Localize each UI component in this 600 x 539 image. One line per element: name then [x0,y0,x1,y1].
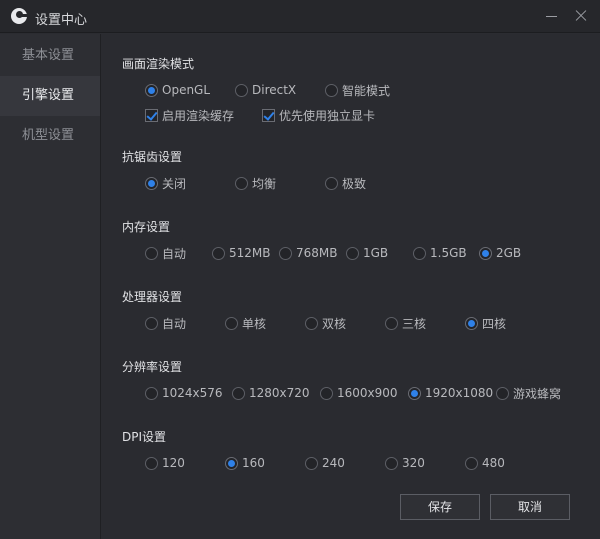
radio[interactable] [325,83,338,97]
dpi-title: DPI设置 [122,430,167,444]
memory-512mb-option[interactable]: 512MB [212,244,271,262]
resolution-1280-option[interactable]: 1280x720 [232,384,310,402]
radio-selected[interactable] [465,316,478,330]
render-smart-option[interactable]: 智能模式 [325,81,390,99]
antialias-off-option[interactable]: 关闭 [145,174,186,192]
cpu-single-core-option[interactable]: 单核 [225,314,266,332]
memory-768mb-option[interactable]: 768MB [279,244,338,262]
resolution-game-hive-option[interactable]: 游戏蜂窝 [496,384,561,402]
radio[interactable] [385,316,398,330]
save-button[interactable]: 保存 [400,494,480,520]
sidebar-item-engine[interactable]: 引擎设置 [0,76,100,116]
radio[interactable] [305,316,318,330]
radio[interactable] [279,246,292,260]
resolution-1600-option[interactable]: 1600x900 [320,384,398,402]
dedicated-gpu-checkbox[interactable]: 优先使用独立显卡 [262,106,375,124]
radio[interactable] [385,456,398,470]
render-cache-checkbox[interactable]: 启用渲染缓存 [145,106,234,124]
dpi-320-option[interactable]: 320 [385,454,425,472]
cpu-auto-option[interactable]: 自动 [145,314,186,332]
radio-selected[interactable] [225,456,238,470]
dpi-120-option[interactable]: 120 [145,454,185,472]
radio[interactable] [232,386,245,400]
cpu-quad-core-option[interactable]: 四核 [465,314,506,332]
radio-selected[interactable] [145,83,158,97]
window-title: 设置中心 [35,13,88,28]
radio[interactable] [212,246,225,260]
radio[interactable] [325,176,338,190]
radio[interactable] [235,83,248,97]
title-bar: 设置中心 [0,0,600,33]
sidebar: 基本设置 引擎设置 机型设置 [0,34,101,539]
memory-2gb-option[interactable]: 2GB [479,244,521,262]
radio[interactable] [320,386,333,400]
render-opengl-option[interactable]: OpenGL [145,81,210,99]
radio[interactable] [145,456,158,470]
cancel-button[interactable]: 取消 [490,494,570,520]
dpi-160-option[interactable]: 160 [225,454,265,472]
antialias-title: 抗锯齿设置 [122,150,183,164]
radio[interactable] [465,456,478,470]
checkbox-checked[interactable] [262,108,275,122]
resolution-1024-option[interactable]: 1024x576 [145,384,223,402]
dpi-240-option[interactable]: 240 [305,454,345,472]
sidebar-item-device[interactable]: 机型设置 [0,116,100,156]
radio[interactable] [145,316,158,330]
sidebar-item-basic[interactable]: 基本设置 [0,36,100,76]
dpi-480-option[interactable]: 480 [465,454,505,472]
cpu-dual-core-option[interactable]: 双核 [305,314,346,332]
render-mode-title: 画面渲染模式 [122,57,195,71]
radio-selected[interactable] [408,386,421,400]
cpu-triple-core-option[interactable]: 三核 [385,314,426,332]
radio-selected[interactable] [479,246,492,260]
radio-selected[interactable] [145,176,158,190]
resolution-title: 分辨率设置 [122,360,183,374]
radio[interactable] [346,246,359,260]
memory-auto-option[interactable]: 自动 [145,244,186,262]
antialias-max-option[interactable]: 极致 [325,174,366,192]
radio[interactable] [225,316,238,330]
resolution-1920-option[interactable]: 1920x1080 [408,384,493,402]
memory-title: 内存设置 [122,220,171,234]
radio[interactable] [413,246,426,260]
memory-1gb-option[interactable]: 1GB [346,244,388,262]
close-icon[interactable] [571,6,591,26]
radio[interactable] [496,386,509,400]
minimize-icon[interactable] [541,6,561,26]
settings-panel: 画面渲染模式 OpenGL DirectX 智能模式 启用渲染缓存 优先使用独立… [101,34,600,539]
app-logo-icon [11,8,28,24]
antialias-balanced-option[interactable]: 均衡 [235,174,276,192]
radio[interactable] [305,456,318,470]
memory-1-5gb-option[interactable]: 1.5GB [413,244,467,262]
radio[interactable] [145,386,158,400]
render-directx-option[interactable]: DirectX [235,81,296,99]
checkbox-checked[interactable] [145,108,158,122]
radio[interactable] [235,176,248,190]
cpu-title: 处理器设置 [122,290,183,304]
radio[interactable] [145,246,158,260]
